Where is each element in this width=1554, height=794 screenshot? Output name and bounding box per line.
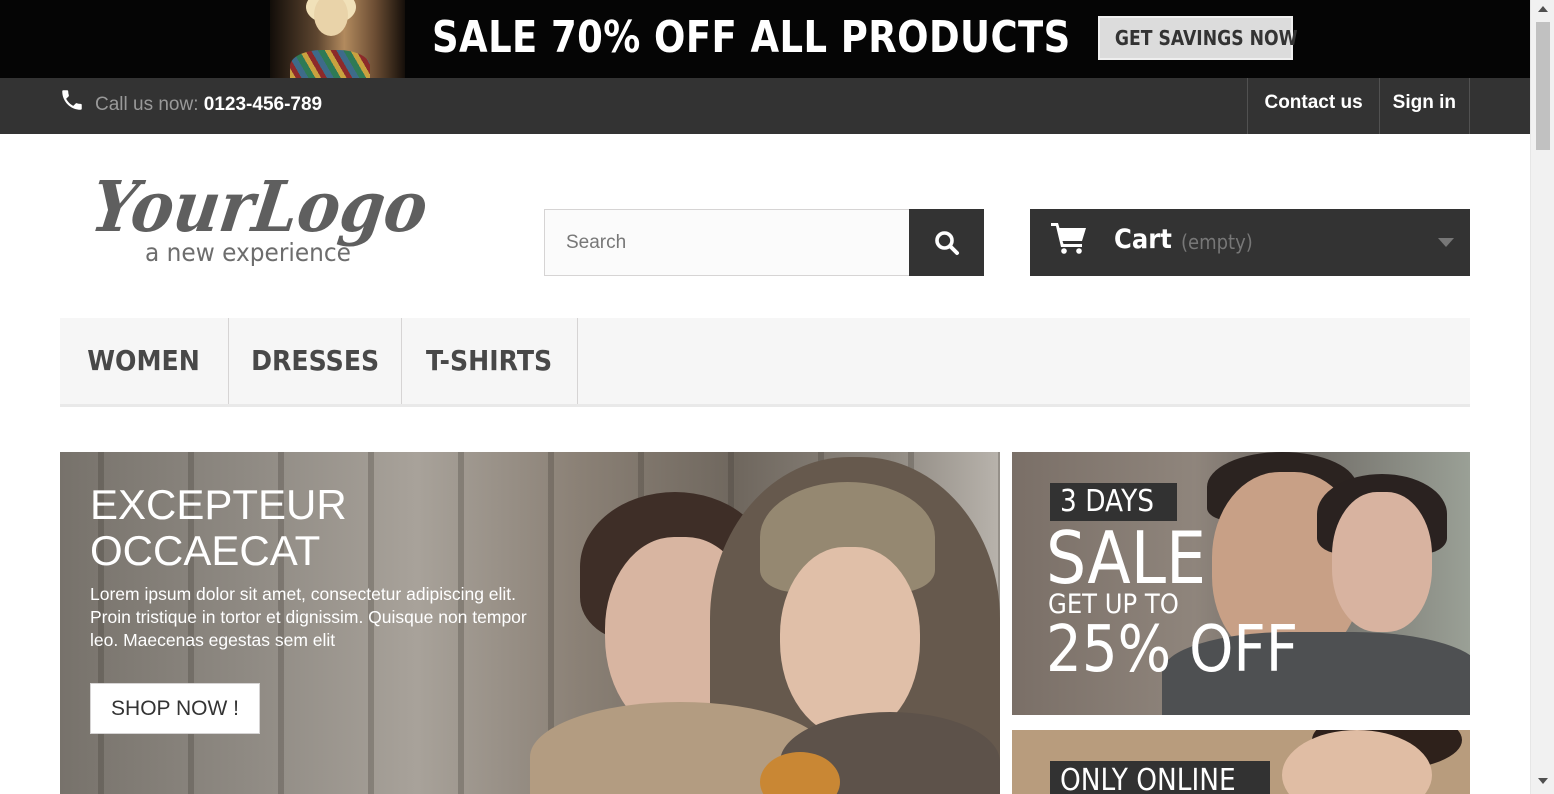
- get-savings-label: GET SAVINGS NOW: [1114, 26, 1298, 50]
- store-logo[interactable]: YourLogo a new experience: [92, 165, 452, 273]
- sale-banner[interactable]: 3 DAYS SALE GET UP TO 25% OFF: [1012, 452, 1470, 715]
- scrollbar-thumb[interactable]: [1536, 22, 1550, 150]
- cart-block[interactable]: Cart (empty): [1030, 209, 1470, 276]
- cart-label: Cart: [1114, 224, 1172, 255]
- sale-banner-headline: SALE: [1046, 516, 1207, 600]
- menu-item-t-shirts-label: T-SHIRTS: [426, 344, 553, 377]
- menu-item-women-label: WOMEN: [87, 344, 201, 377]
- shop-now-button[interactable]: SHOP NOW !: [90, 683, 260, 734]
- page-scrollbar[interactable]: [1530, 0, 1554, 794]
- main-menu: WOMEN DRESSES T-SHIRTS: [60, 318, 1470, 407]
- call-us-text: Call us now: 0123-456-789: [95, 94, 322, 116]
- menu-item-dresses[interactable]: DRESSES: [229, 318, 402, 404]
- top-links: Contact us Sign in: [1247, 78, 1470, 134]
- online-banner-tag-label: ONLY ONLINE: [1060, 763, 1236, 794]
- top-nav-bar: Call us now: 0123-456-789 Contact us Sig…: [0, 78, 1530, 134]
- shopping-cart-icon: [1051, 223, 1086, 254]
- online-banner[interactable]: ONLY ONLINE: [1012, 730, 1470, 794]
- phone-number: 0123-456-789: [203, 94, 323, 115]
- sign-in-link[interactable]: Sign in: [1378, 78, 1470, 134]
- hero-text: Lorem ipsum dolor sit amet, consectetur …: [90, 584, 527, 650]
- phone-icon: [62, 90, 82, 110]
- logo-tagline: a new experience: [145, 238, 351, 267]
- cart-status: (empty): [1181, 230, 1253, 254]
- promo-banner[interactable]: SALE 70% OFF ALL PRODUCTS GET SAVINGS NO…: [0, 0, 1530, 78]
- menu-item-dresses-label: DRESSES: [250, 344, 380, 377]
- get-savings-button[interactable]: GET SAVINGS NOW: [1098, 16, 1298, 60]
- menu-item-women[interactable]: WOMEN: [60, 318, 229, 404]
- scroll-down-arrow-icon[interactable]: [1538, 778, 1548, 784]
- page: SALE 70% OFF ALL PRODUCTS GET SAVINGS NO…: [0, 0, 1554, 794]
- promo-model-image: [270, 0, 405, 78]
- chevron-down-icon[interactable]: [1438, 238, 1454, 247]
- logo-wordmark: YourLogo: [92, 165, 433, 248]
- scroll-up-arrow-icon[interactable]: [1538, 6, 1548, 12]
- hero-title: EXCEPTEUR OCCAECAT: [90, 481, 347, 574]
- menu-item-t-shirts[interactable]: T-SHIRTS: [402, 318, 578, 404]
- search-input[interactable]: [544, 209, 910, 276]
- call-us-label: Call us now:: [95, 94, 204, 115]
- sale-banner-offer: 25% OFF: [1046, 613, 1299, 687]
- contact-us-link[interactable]: Contact us: [1247, 78, 1378, 134]
- store-page: SALE 70% OFF ALL PRODUCTS GET SAVINGS NO…: [0, 0, 1530, 794]
- search-icon: [935, 231, 959, 255]
- promo-title: SALE 70% OFF ALL PRODUCTS: [432, 12, 1071, 63]
- hero-slide[interactable]: EXCEPTEUR OCCAECAT Lorem ipsum dolor sit…: [60, 452, 1000, 794]
- online-banner-tag: ONLY ONLINE: [1050, 761, 1270, 794]
- search-button[interactable]: [909, 209, 984, 276]
